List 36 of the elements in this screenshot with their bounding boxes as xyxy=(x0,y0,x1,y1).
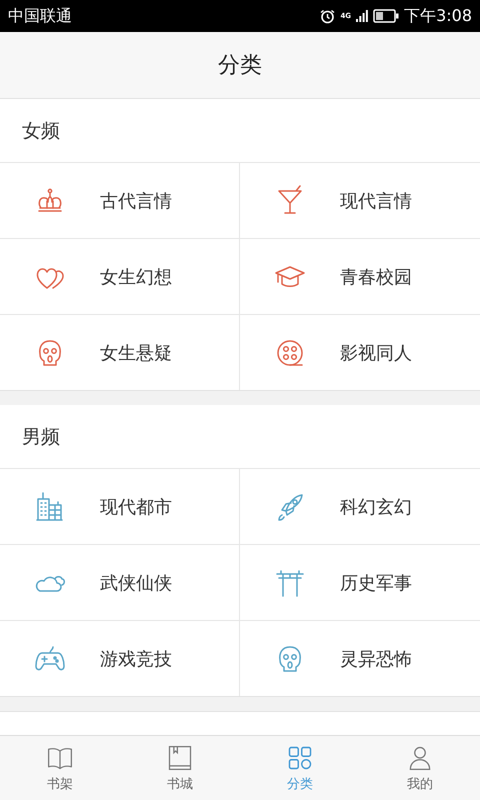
nav-tab[interactable]: 书架 xyxy=(0,736,120,800)
category-item[interactable]: 古代言情 xyxy=(0,163,240,239)
category-label: 科幻玄幻 xyxy=(340,496,412,518)
category-item[interactable]: 武侠仙侠 xyxy=(0,545,240,621)
category-item[interactable]: 科幻玄幻 xyxy=(240,469,480,545)
section-title: 女频 xyxy=(22,118,60,144)
category-item[interactable]: 女生幻想 xyxy=(0,239,240,315)
nav-tab[interactable]: 书城 xyxy=(120,736,240,800)
category-label: 影视同人 xyxy=(340,342,412,364)
category-label: 游戏竞技 xyxy=(100,648,172,670)
category-item[interactable]: 现代言情 xyxy=(240,163,480,239)
category-label: 灵异恐怖 xyxy=(340,648,412,670)
category-item[interactable]: 影视同人 xyxy=(240,315,480,390)
alarm-icon xyxy=(320,8,336,24)
category-label: 古代言情 xyxy=(100,190,172,212)
category-item[interactable]: 历史军事 xyxy=(240,545,480,621)
category-label: 现代言情 xyxy=(340,190,412,212)
category-item[interactable]: 现代都市 xyxy=(0,469,240,545)
category-label: 女生幻想 xyxy=(100,266,172,288)
nav-tab[interactable]: 我的 xyxy=(360,736,480,800)
section-title: 男频 xyxy=(22,424,60,450)
category-label: 武侠仙侠 xyxy=(100,572,172,594)
signal-icon xyxy=(356,10,368,22)
category-item[interactable]: 青春校园 xyxy=(240,239,480,315)
battery-icon xyxy=(373,9,400,23)
carrier-name: 中国联通 xyxy=(8,6,72,26)
category-item[interactable]: 女生悬疑 xyxy=(0,315,240,390)
category-label: 女生悬疑 xyxy=(100,342,172,364)
clock-time: 下午3:08 xyxy=(404,6,472,26)
book-icon xyxy=(166,744,194,772)
category-label: 历史军事 xyxy=(340,572,412,594)
category-item[interactable]: 灵异恐怖 xyxy=(240,621,480,696)
category-label: 现代都市 xyxy=(100,496,172,518)
category-label: 青春校园 xyxy=(340,266,412,288)
page-title: 分类 xyxy=(218,52,262,80)
category-item[interactable]: 游戏竞技 xyxy=(0,621,240,696)
